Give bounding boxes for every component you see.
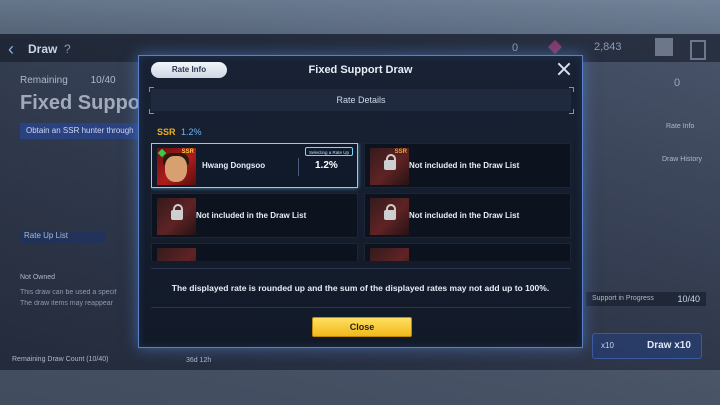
background-reappear-text: The draw items may reappear [20, 300, 113, 307]
bracket-tl-decoration [149, 87, 154, 92]
hunter-portrait-locked [157, 248, 196, 261]
background-not-owned: Not Owned [20, 274, 56, 281]
progress-label: Support in Progress [592, 295, 654, 302]
ssr-badge: SSR [394, 149, 407, 155]
hunter-card-locked[interactable]: SSR Not included in the Draw List [364, 143, 571, 188]
hunter-portrait-locked [370, 198, 409, 235]
help-icon[interactable]: ? [64, 42, 71, 56]
support-progress-bar: Support in Progress 10/40 [586, 292, 706, 306]
rate-details-header: Rate Details [151, 89, 571, 111]
tier-rate: 1.2% [181, 127, 202, 137]
bottom-blur-bar [0, 370, 720, 405]
background-remaining-draw-count: Remaining Draw Count (10/40) [12, 356, 109, 363]
card-divider [298, 158, 299, 176]
menu-grid-icon[interactable] [655, 38, 673, 56]
rate-disclaimer: The displayed rate is rounded up and the… [171, 283, 550, 293]
hunter-card-partial[interactable] [364, 243, 571, 261]
bracket-br-decoration [569, 109, 574, 114]
side-draw-history-button[interactable]: Draw History [662, 156, 702, 163]
background-remaining: Remaining 10/40 [20, 75, 116, 86]
hunter-name: Hwang Dongsoo [202, 161, 266, 170]
background-banner-title: Fixed Suppor [20, 92, 148, 114]
lock-icon [171, 204, 183, 220]
hunter-portrait-locked [370, 248, 409, 261]
not-included-label: Not included in the Draw List [409, 211, 520, 220]
modal-title: Fixed Support Draw [308, 64, 413, 76]
modal-header: Rate Info Fixed Support Draw [139, 56, 582, 84]
draw-x10-label: Draw x10 [647, 340, 691, 351]
ssr-badge: SSR [181, 149, 194, 155]
side-counter: 0 [674, 77, 681, 89]
remaining-value: 10/40 [90, 75, 116, 86]
close-icon[interactable] [556, 61, 572, 77]
background-header-title: Draw [28, 42, 58, 56]
lock-icon [384, 204, 396, 220]
hunter-portrait-locked: SSR [370, 148, 409, 185]
close-button[interactable]: Close [312, 317, 412, 337]
not-included-label: Not included in the Draw List [409, 161, 520, 170]
hunter-card-selected[interactable]: SSR Hwang Dongsoo Selecting a Rate Up 1.… [151, 143, 358, 188]
divider [151, 307, 571, 308]
hunter-card-partial[interactable] [151, 243, 358, 261]
not-included-label: Not included in the Draw List [196, 211, 307, 220]
hunter-card-locked[interactable]: Not included in the Draw List [151, 193, 358, 238]
hunter-rate: 1.2% [315, 160, 338, 171]
background-rate-up-list: Rate Up List [20, 231, 106, 243]
rate-up-tag: Selecting a Rate Up [305, 147, 353, 156]
back-arrow-icon[interactable]: ‹ [8, 39, 14, 60]
lock-icon [384, 154, 396, 170]
background-obtain-banner: Obtain an SSR hunter through [20, 123, 138, 139]
currency-2-value: 2,843 [594, 41, 622, 53]
hunter-portrait-locked [157, 198, 196, 235]
currency-1-value: 0 [512, 42, 519, 54]
background-can-be-used-text: This draw can be used a specif [20, 289, 117, 296]
side-rate-info-button[interactable]: Rate Info [666, 123, 694, 130]
face-decoration [165, 156, 187, 182]
background-timer: 36d 12h [186, 357, 212, 364]
tier-label: SSR [157, 127, 176, 137]
hunter-card-locked[interactable]: Not included in the Draw List [364, 193, 571, 238]
bracket-tr-decoration [569, 87, 574, 92]
remaining-label: Remaining [20, 75, 68, 86]
hunter-list[interactable]: SSR Hwang Dongsoo Selecting a Rate Up 1.… [151, 143, 571, 261]
fixed-support-draw-modal: Rate Info Fixed Support Draw Rate Detail… [138, 55, 583, 348]
bracket-bl-decoration [149, 109, 154, 114]
draw-x10-button[interactable]: x10 Draw x10 [592, 333, 702, 359]
divider [151, 268, 571, 269]
top-blur-bar [0, 0, 720, 34]
draw-x10-count: x10 [601, 341, 614, 350]
hunter-portrait: SSR [157, 148, 196, 185]
progress-value: 10/40 [677, 294, 700, 304]
book-icon[interactable] [690, 40, 706, 60]
